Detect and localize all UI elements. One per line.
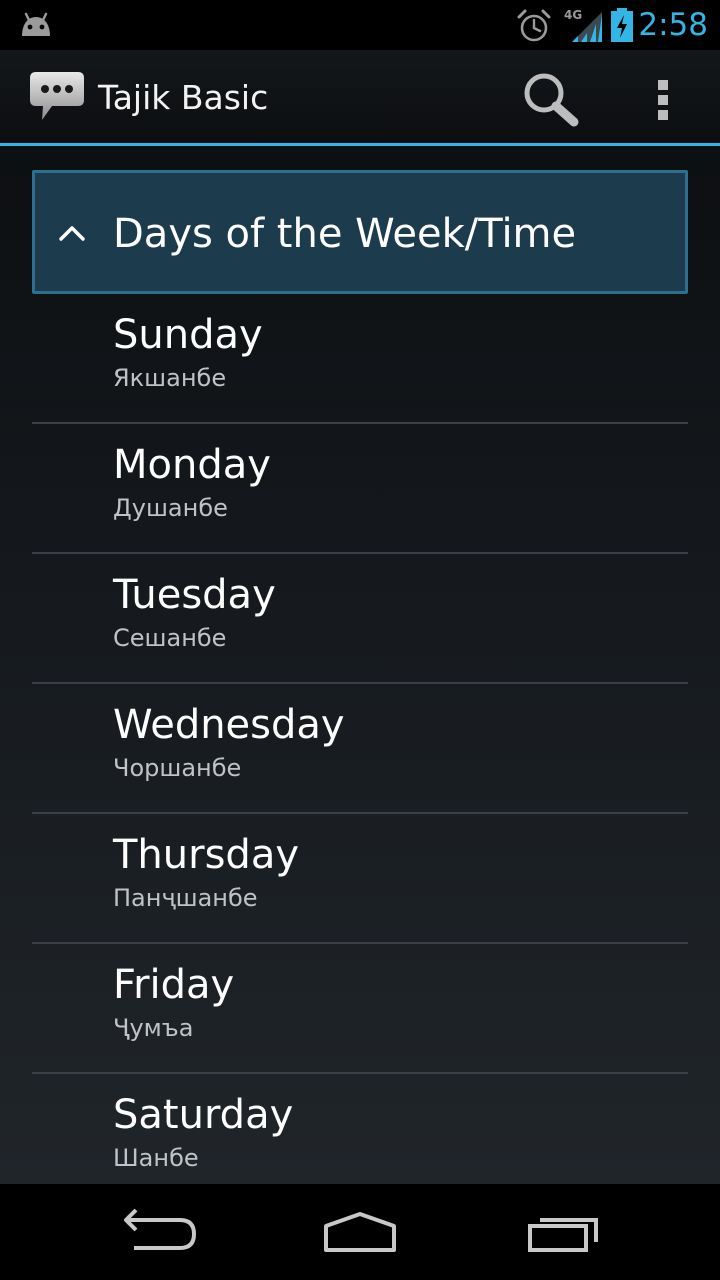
navigation-bar	[0, 1184, 720, 1280]
item-tajik: Ҷумъа	[113, 1014, 194, 1042]
list-item[interactable]: Monday Душанбе	[32, 424, 688, 554]
recents-icon[interactable]	[512, 1200, 612, 1264]
item-english: Thursday	[113, 832, 299, 878]
status-bar: 4G 2:58	[0, 0, 720, 50]
chat-bubble-icon[interactable]	[28, 70, 86, 124]
item-tajik: Сешанбе	[113, 624, 227, 652]
list-item[interactable]: Sunday Якшанбе	[32, 294, 688, 424]
search-icon[interactable]	[516, 68, 586, 130]
group-title: Days of the Week/Time	[113, 211, 577, 257]
list-item[interactable]: Tuesday Сешанбе	[32, 554, 688, 684]
alarm-icon	[517, 9, 551, 42]
app-title: Tajik Basic	[98, 78, 269, 117]
battery-charging-icon	[611, 8, 633, 42]
item-tajik: Чоршанбе	[113, 754, 242, 782]
item-english: Tuesday	[113, 572, 276, 618]
list-item[interactable]: Friday Ҷумъа	[32, 944, 688, 1074]
phrase-list: Days of the Week/Time Sunday Якшанбе Mon…	[32, 170, 688, 1204]
group-header-days-of-week[interactable]: Days of the Week/Time	[32, 170, 688, 294]
item-english: Wednesday	[113, 702, 345, 748]
item-english: Friday	[113, 962, 235, 1008]
list-item[interactable]: Thursday Панҷшанбе	[32, 814, 688, 944]
overflow-menu-icon[interactable]	[644, 72, 684, 128]
item-tajik: Душанбе	[113, 494, 228, 522]
item-tajik: Панҷшанбе	[113, 884, 258, 912]
item-tajik: Шанбе	[113, 1144, 199, 1172]
home-icon[interactable]	[310, 1200, 410, 1264]
chevron-up-icon	[59, 226, 85, 241]
item-english: Sunday	[113, 312, 263, 358]
back-icon[interactable]	[110, 1200, 210, 1264]
item-tajik: Якшанбе	[113, 364, 227, 392]
signal-4g-icon: 4G	[564, 8, 602, 42]
action-bar: Tajik Basic	[0, 50, 720, 146]
item-english: Monday	[113, 442, 271, 488]
status-clock: 2:58	[638, 7, 708, 43]
android-notification-icon	[22, 12, 50, 36]
item-english: Saturday	[113, 1092, 294, 1138]
screen: 4G 2:58 Tajik Basic Days of the Week/Tim…	[0, 0, 720, 1280]
network-type-label: 4G	[564, 8, 582, 22]
list-item[interactable]: Wednesday Чоршанбе	[32, 684, 688, 814]
